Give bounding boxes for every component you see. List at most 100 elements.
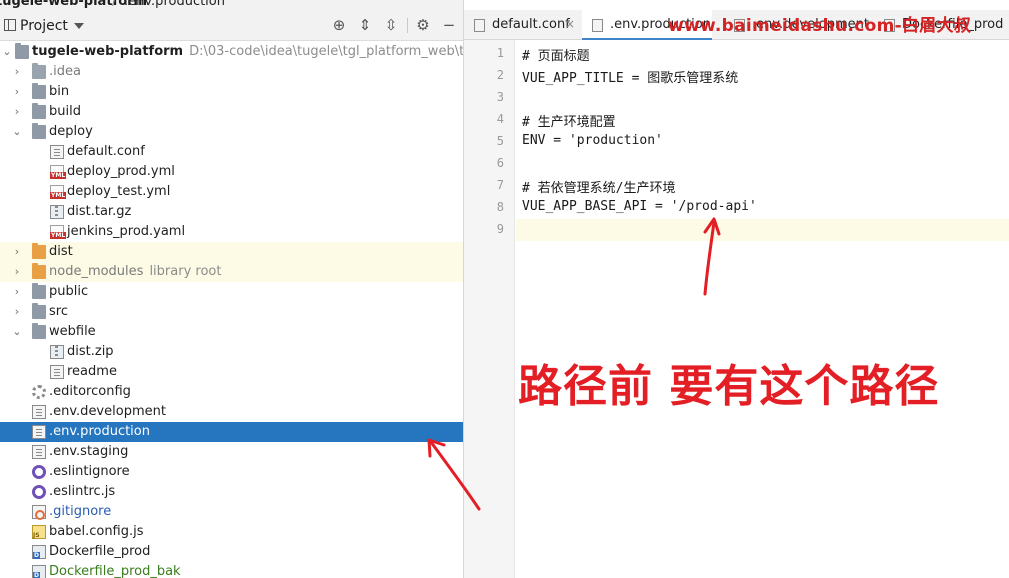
chevron-right-icon[interactable]: › — [11, 86, 23, 98]
tree-item-label: .env.production — [49, 424, 150, 439]
tree-item-label: build — [49, 104, 81, 119]
tree-item-public[interactable]: › public — [0, 282, 463, 302]
tree-item-label: readme — [67, 364, 117, 379]
tree-item-build[interactable]: › build — [0, 102, 463, 122]
tree-item-webfile[interactable]: ⌄ webfile — [0, 322, 463, 342]
tree-item-babel-config-js[interactable]: JS babel.config.js — [0, 522, 463, 542]
tree-item-label: dist — [49, 244, 73, 259]
tree-item-label: default.conf — [67, 144, 145, 159]
chevron-down-icon[interactable]: ⌄ — [11, 326, 23, 338]
tree-item-env-staging[interactable]: .env.staging — [0, 442, 463, 462]
chevron-right-icon[interactable]: › — [11, 66, 23, 78]
tree-item-dockerfile-prod[interactable]: D Dockerfile_prod — [0, 542, 463, 562]
js-file-icon: JS — [32, 525, 46, 539]
view-dropdown-icon[interactable] — [74, 23, 84, 29]
folder-icon — [32, 103, 46, 119]
file-icon — [32, 445, 46, 459]
tree-item-readme[interactable]: readme — [0, 362, 463, 382]
collapse-all-icon[interactable]: ⇳ — [382, 16, 400, 34]
minimize-icon[interactable]: − — [440, 16, 458, 34]
line-number-gutter: 1 2 3 4 5 6 7 8 9 — [464, 40, 515, 578]
tree-item-dockerfile-prod-bak[interactable]: D Dockerfile_prod_bak — [0, 562, 463, 578]
code-editor[interactable]: # 页面标题 VUE_APP_TITLE = 图歌乐管理系统 # 生产环境配置 … — [516, 40, 1009, 578]
tree-item-label: .env.staging — [49, 444, 129, 459]
watermark-text: www.baimeidashu.com-白眉大叔 — [668, 16, 972, 36]
line-number: 2 — [496, 68, 504, 82]
eslint-file-icon — [32, 485, 46, 499]
tree-item-jenkins-prod-yaml[interactable]: YML jenkins_prod.yaml — [0, 222, 463, 242]
tree-item-label: .eslintrc.js — [49, 484, 116, 499]
tree-item-gitignore[interactable]: .gitignore — [0, 502, 463, 522]
code-line[interactable]: # 页面标题 — [522, 45, 590, 64]
tree-item-deploy-test-yml[interactable]: YML deploy_test.yml — [0, 182, 463, 202]
expand-all-icon[interactable]: ⇕ — [356, 16, 374, 34]
tree-item-label: webfile — [49, 324, 96, 339]
tree-item-label: bin — [49, 84, 70, 99]
chevron-right-icon[interactable]: › — [11, 246, 23, 258]
folder-icon — [32, 83, 46, 99]
tree-item-label: src — [49, 304, 68, 319]
tree-item-idea[interactable]: › .idea — [0, 62, 463, 82]
chevron-right-icon[interactable]: › — [11, 266, 23, 278]
line-number: 1 — [496, 46, 504, 60]
code-line[interactable]: ENV = 'production' — [522, 133, 663, 148]
tree-item-dist[interactable]: › dist — [0, 242, 463, 262]
file-icon — [50, 145, 64, 159]
tree-item-eslintignore[interactable]: .eslintignore — [0, 462, 463, 482]
chevron-down-icon[interactable]: ⌄ — [1, 46, 13, 58]
project-window-icon[interactable] — [4, 19, 16, 31]
tree-item-dist-tar-gz[interactable]: dist.tar.gz — [0, 202, 463, 222]
tree-item-env-production[interactable]: .env.production — [0, 422, 463, 442]
tree-root-label: tugele-web-platform — [32, 44, 184, 59]
tree-item-dist-zip[interactable]: dist.zip — [0, 342, 463, 362]
tree-item-src[interactable]: › src — [0, 302, 463, 322]
locate-icon[interactable]: ⊕ — [330, 16, 348, 34]
yaml-file-icon: YML — [50, 185, 67, 199]
code-line[interactable]: # 若依管理系统/生产环境 — [522, 177, 675, 196]
tree-item-deploy[interactable]: ⌄ deploy — [0, 122, 463, 142]
chevron-right-icon[interactable]: › — [11, 306, 23, 318]
file-icon — [32, 425, 46, 439]
tree-item-label: deploy_prod.yml — [67, 164, 175, 179]
tree-item-bin[interactable]: › bin — [0, 82, 463, 102]
code-line[interactable]: VUE_APP_TITLE = 图歌乐管理系统 — [522, 67, 738, 86]
tree-item-label: .gitignore — [49, 504, 112, 519]
code-line[interactable]: VUE_APP_BASE_API = '/prod-api' — [522, 199, 757, 214]
line-number: 4 — [496, 112, 504, 126]
tree-item-deploy-prod-yml[interactable]: YML deploy_prod.yml — [0, 162, 463, 182]
folder-icon — [32, 303, 46, 319]
gear-icon[interactable]: ⚙ — [414, 16, 432, 34]
tab-default-conf[interactable]: default.conf × — [464, 10, 580, 40]
chevron-down-icon[interactable]: ⌄ — [11, 126, 23, 138]
code-line[interactable]: # 生产环境配置 — [522, 111, 616, 130]
annotation-text: 路径前 要有这个路径 — [518, 361, 940, 412]
tree-item-eslintrc-js[interactable]: .eslintrc.js — [0, 482, 463, 502]
tree-item-env-development[interactable]: .env.development — [0, 402, 463, 422]
tree-item-label: public — [49, 284, 89, 299]
tree-item-label: node_modules — [49, 264, 144, 279]
tree-item-label: jenkins_prod.yaml — [67, 224, 186, 239]
project-panel: Project ⊕ ⇕ ⇳ ⚙ − ⌄ tugele-web-platform D… — [0, 10, 463, 578]
folder-icon — [32, 283, 46, 299]
file-icon — [592, 19, 603, 32]
tree-item-editorconfig[interactable]: .editorconfig — [0, 382, 463, 402]
tree-item-label: Dockerfile_prod_bak — [49, 564, 181, 578]
project-panel-title[interactable]: Project — [20, 18, 68, 34]
tree-root[interactable]: ⌄ tugele-web-platform D:\03-code\idea\tug… — [0, 42, 463, 62]
tree-item-label: Dockerfile_prod — [49, 544, 151, 559]
tree-item-label: dist.zip — [67, 344, 114, 359]
close-icon[interactable]: × — [565, 17, 575, 31]
current-code-line[interactable] — [516, 219, 1009, 241]
tree-item-node-modules[interactable]: › node_modules library root — [0, 262, 463, 282]
breadcrumb-file[interactable]: .env.production — [124, 0, 225, 9]
tree-item-default-conf[interactable]: default.conf — [0, 142, 463, 162]
tree-root-path: D:\03-code\idea\tugele\tgl_platform_web\… — [189, 44, 463, 59]
tree-item-label: .eslintignore — [49, 464, 130, 479]
folder-icon — [15, 43, 29, 59]
chevron-right-icon[interactable]: › — [11, 106, 23, 118]
line-number: 5 — [496, 134, 504, 148]
eslint-file-icon — [32, 465, 46, 479]
tree-item-label: dist.tar.gz — [67, 204, 132, 219]
chevron-right-icon[interactable]: › — [11, 286, 23, 298]
tree-item-label: babel.config.js — [49, 524, 144, 539]
